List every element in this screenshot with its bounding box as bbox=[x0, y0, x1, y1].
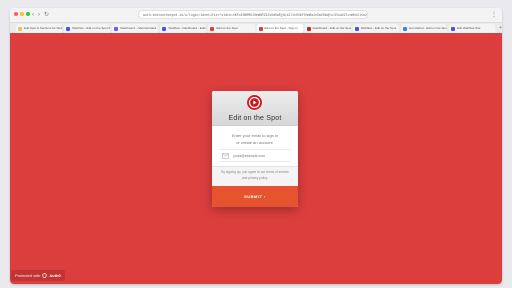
new-tab-button[interactable]: + bbox=[499, 23, 502, 33]
login-body: Enter your email to sign in or create an… bbox=[212, 126, 298, 207]
browser-tab[interactable]: Get started - Edit on the Spot bbox=[400, 24, 447, 33]
tab-label: Get started - Edit on the Spot bbox=[408, 26, 447, 30]
window-controls bbox=[14, 12, 30, 16]
minimize-window-button[interactable] bbox=[20, 12, 24, 16]
email-field[interactable] bbox=[219, 149, 291, 162]
tab-label: Edit Spot & Sections for Webflow bbox=[24, 26, 63, 30]
tab-label: Webflow - Edit on the Spot bbox=[360, 26, 397, 30]
back-icon[interactable]: ‹ bbox=[32, 10, 34, 20]
instructions-line-2: or create an account. bbox=[236, 140, 274, 145]
auth0-badge[interactable]: Protected with Auth0 bbox=[11, 270, 65, 281]
tab-label: Edit on the Spot bbox=[216, 26, 238, 30]
tab-favicon-icon bbox=[162, 26, 167, 31]
tab-label: Edit Webflow Site bbox=[456, 26, 481, 30]
badge-prefix: Protected with bbox=[15, 273, 41, 278]
address-bar[interactable]: auth.editonthespot.io/u/login/identifier… bbox=[138, 10, 368, 19]
close-window-button[interactable] bbox=[14, 12, 18, 16]
auth0-logo-icon bbox=[42, 272, 48, 279]
tab-label: Webflow - Edit on the Spot Site bbox=[72, 26, 111, 30]
browser-tab[interactable]: Webflow - Edit on the Spot Site bbox=[64, 24, 111, 33]
browser-tab[interactable]: Edit on the Spot bbox=[208, 24, 255, 33]
login-title: Edit on the Spot bbox=[228, 115, 282, 122]
terms-line-1: By signing up, you agree to our terms of… bbox=[221, 170, 289, 174]
tab-favicon-icon bbox=[354, 26, 359, 31]
tab-favicon-icon bbox=[18, 26, 22, 31]
browser-tab[interactable]: Dashboard - Edit on the Spot bbox=[304, 24, 351, 33]
tab-favicon-icon bbox=[450, 26, 455, 31]
envelope-icon bbox=[221, 151, 230, 160]
tab-favicon-icon bbox=[306, 26, 311, 31]
tab-label: Dashboard – Memberstack bbox=[120, 26, 157, 30]
terms-notice: By signing up, you agree to our terms of… bbox=[212, 166, 298, 186]
reload-icon[interactable]: ↻ bbox=[44, 10, 49, 20]
page-viewport: Edit on the Spot Enter your email to sig… bbox=[10, 33, 502, 284]
tab-label: Webflow - Dashboard - Editor bbox=[168, 26, 207, 30]
email-input[interactable] bbox=[233, 151, 287, 160]
login-card: Edit on the Spot Enter your email to sig… bbox=[212, 91, 298, 207]
instructions-line-1: Enter your email to sign in bbox=[231, 133, 279, 138]
browser-toolbar: ‹ › ↻ auth.editonthespot.io/u/login/iden… bbox=[10, 8, 502, 23]
browser-tab[interactable]: Edit Webflow Site bbox=[448, 24, 496, 33]
tab-label: Dashboard - Edit on the Spot bbox=[312, 26, 351, 30]
login-instructions: Enter your email to sign in or create an… bbox=[222, 132, 288, 146]
browser-tab[interactable]: Webflow - Edit on the Spot bbox=[352, 24, 399, 33]
tab-favicon-icon bbox=[258, 26, 263, 31]
tab-favicon-icon bbox=[66, 26, 71, 31]
maximize-window-button[interactable] bbox=[26, 12, 30, 16]
browser-tab[interactable]: Edit Spot & Sections for Webflow bbox=[16, 24, 63, 33]
terms-line-2: and privacy policy. bbox=[242, 175, 268, 180]
tab-favicon-icon bbox=[210, 26, 215, 31]
browser-tab[interactable]: Dashboard – Memberstack bbox=[112, 24, 159, 33]
nav-buttons: ‹ › ↻ bbox=[32, 10, 49, 20]
browser-tab[interactable]: Edit on the Spot - Sign in bbox=[256, 24, 303, 33]
browser-menu-icon[interactable]: ⋮ bbox=[491, 10, 497, 20]
submit-button[interactable]: SUBMIT › bbox=[212, 186, 298, 207]
tab-label: Edit on the Spot - Sign in bbox=[264, 26, 298, 30]
play-badge-icon bbox=[246, 94, 263, 111]
badge-brand: Auth0 bbox=[49, 273, 61, 278]
login-header: Edit on the Spot bbox=[212, 91, 298, 126]
browser-window: ‹ › ↻ auth.editonthespot.io/u/login/iden… bbox=[10, 8, 502, 284]
tab-favicon-icon bbox=[114, 26, 119, 31]
browser-tab[interactable]: Webflow - Dashboard - Editor bbox=[160, 24, 207, 33]
tab-favicon-icon bbox=[402, 26, 407, 31]
forward-icon[interactable]: › bbox=[38, 10, 40, 20]
